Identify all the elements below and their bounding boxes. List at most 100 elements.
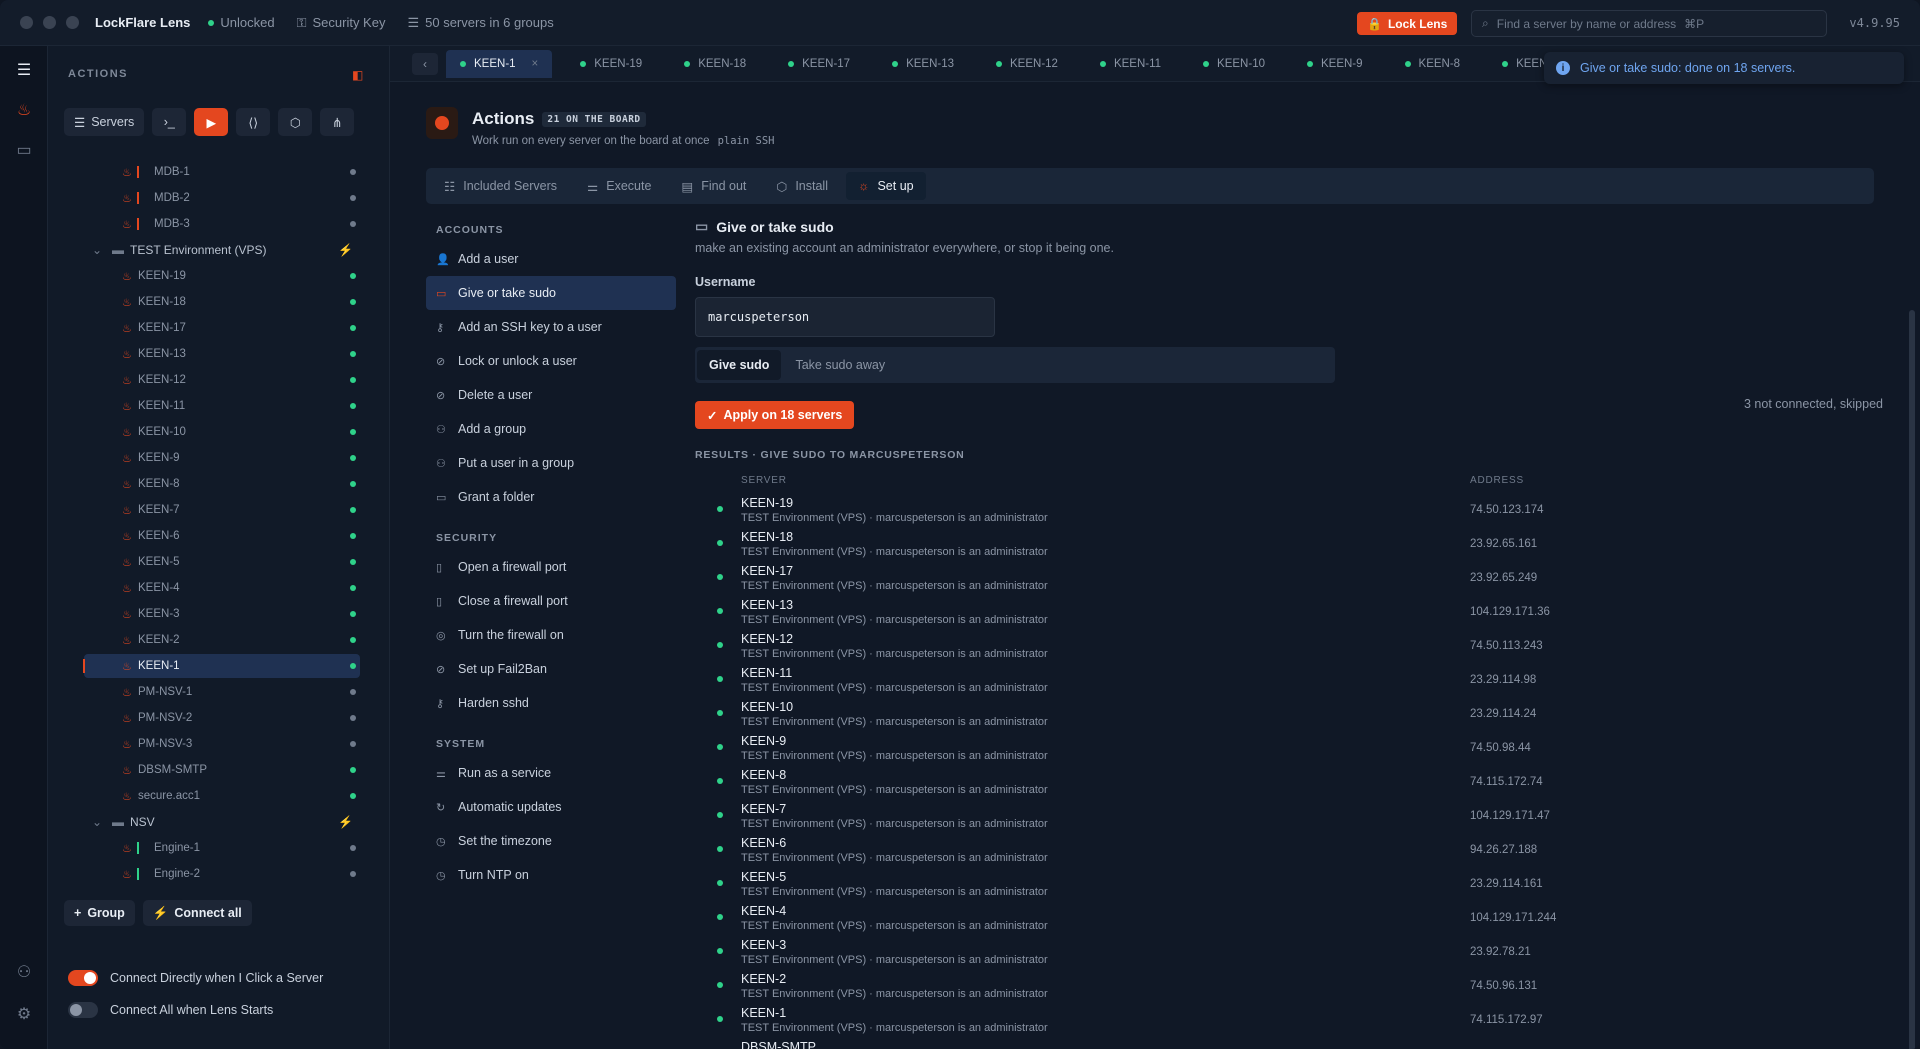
server-tab[interactable]: KEEN-18 bbox=[670, 50, 760, 78]
menu-item[interactable]: ⚷ Add an SSH key to a user bbox=[426, 310, 676, 344]
flame-rail-icon[interactable]: ♨ bbox=[0, 90, 48, 130]
results-scrollbar[interactable] bbox=[1909, 310, 1915, 1049]
subtab-find-out[interactable]: ▤ Find out bbox=[669, 172, 758, 200]
tree-server-item[interactable]: ♨ secure.acc1 bbox=[48, 784, 390, 808]
bolt-icon[interactable]: ⚡ bbox=[338, 815, 353, 829]
folder-rail-icon[interactable]: ▭ bbox=[0, 130, 48, 170]
tree-server-item[interactable]: ♨ PM-NSV-1 bbox=[48, 680, 390, 704]
subtab-set-up[interactable]: ☼ Set up bbox=[845, 172, 926, 200]
tree-server-item[interactable]: ♨ KEEN-1 bbox=[83, 654, 360, 678]
tree-server-item[interactable]: ♨ Engine-1 bbox=[48, 836, 390, 860]
code-tab[interactable]: ⟨⟩ bbox=[236, 108, 271, 136]
tree-server-item[interactable]: ♨ PM-NSV-2 bbox=[48, 706, 390, 730]
server-tab-label: KEEN-17 bbox=[802, 57, 851, 70]
tree-server-item[interactable]: ♨ MDB-1 bbox=[48, 162, 390, 184]
close-window-button[interactable] bbox=[20, 16, 33, 29]
take-sudo-option[interactable]: Take sudo away bbox=[783, 350, 897, 380]
users-rail-icon[interactable]: ⚇ bbox=[0, 952, 48, 992]
server-tab[interactable]: KEEN-19 bbox=[566, 50, 656, 78]
menu-item[interactable]: ⚇ Add a group bbox=[426, 412, 676, 446]
tree-server-item[interactable]: ♨ KEEN-19 bbox=[48, 264, 390, 288]
menu-item[interactable]: ▯ Close a firewall port bbox=[426, 584, 676, 618]
tree-server-label: KEEN-2 bbox=[138, 634, 180, 646]
connect-direct-toggle[interactable] bbox=[68, 970, 98, 986]
terminal-tab[interactable]: ›_ bbox=[152, 108, 187, 136]
menu-item[interactable]: ⚇ Put a user in a group bbox=[426, 446, 676, 480]
server-tab[interactable]: KEEN-11 bbox=[1086, 50, 1175, 78]
apply-button[interactable]: ✓ Apply on 18 servers bbox=[695, 401, 855, 429]
minimize-window-button[interactable] bbox=[43, 16, 56, 29]
tree-server-item[interactable]: ♨ KEEN-17 bbox=[48, 316, 390, 340]
tree-server-item[interactable]: ♨ KEEN-10 bbox=[48, 420, 390, 444]
server-tab[interactable]: KEEN-1 × bbox=[446, 49, 553, 78]
menu-item[interactable]: ⚌ Run as a service bbox=[426, 756, 676, 790]
success-dot-icon bbox=[717, 846, 723, 852]
tree-server-item[interactable]: ♨ KEEN-3 bbox=[48, 602, 390, 626]
menu-item[interactable]: ▭ Give or take sudo bbox=[426, 276, 676, 310]
tree-server-item[interactable]: ♨ DBSM-SMTP bbox=[48, 758, 390, 782]
back-chevron-icon[interactable]: ‹ bbox=[412, 52, 438, 75]
actions-tab[interactable]: ▶ bbox=[194, 108, 229, 136]
server-tab[interactable]: KEEN-10 bbox=[1189, 50, 1279, 78]
subtab-install[interactable]: ⬡ Install bbox=[764, 172, 840, 200]
results-row: KEEN-9 TEST Environment (VPS) · marcuspet… bbox=[695, 731, 1875, 765]
topology-tab[interactable]: ⋔ bbox=[320, 108, 355, 136]
menu-item[interactable]: ⚷ Harden sshd bbox=[426, 686, 676, 720]
connect-on-start-toggle[interactable] bbox=[68, 1002, 98, 1018]
servers-rail-icon[interactable]: ☰ bbox=[0, 50, 48, 90]
menu-item[interactable]: ⊘ Delete a user bbox=[426, 378, 676, 412]
bolt-icon[interactable]: ⚡ bbox=[338, 243, 353, 257]
maximize-window-button[interactable] bbox=[66, 16, 79, 29]
app-version: v4.9.95 bbox=[1849, 16, 1900, 30]
tree-group[interactable]: ⌄ ▬ TEST Environment (VPS) ⚡ bbox=[48, 238, 390, 262]
username-field[interactable]: marcuspeterson bbox=[695, 297, 995, 337]
connect-all-button[interactable]: ⚡ Connect all bbox=[142, 900, 252, 926]
server-tab[interactable]: KEEN-9 bbox=[1293, 50, 1377, 78]
tree-server-item[interactable]: ♨ KEEN-6 bbox=[48, 524, 390, 548]
tree-server-item[interactable]: ♨ Engine-2 bbox=[48, 862, 390, 886]
lock-lens-button[interactable]: 🔒 Lock Lens bbox=[1357, 12, 1458, 35]
menu-item[interactable]: ▯ Open a firewall port bbox=[426, 550, 676, 584]
success-dot-icon bbox=[717, 948, 723, 954]
give-sudo-option[interactable]: Give sudo bbox=[697, 350, 782, 380]
server-tab[interactable]: KEEN-12 bbox=[982, 50, 1072, 78]
package-tab[interactable]: ⬡ bbox=[278, 108, 313, 136]
tree-server-item[interactable]: ♨ KEEN-7 bbox=[48, 498, 390, 522]
tree-server-item[interactable]: ♨ KEEN-2 bbox=[48, 628, 390, 652]
menu-item[interactable]: ⊘ Set up Fail2Ban bbox=[426, 652, 676, 686]
chevron-down-icon[interactable]: ⌄ bbox=[92, 815, 102, 829]
tree-server-item[interactable]: ♨ KEEN-9 bbox=[48, 446, 390, 470]
menu-item[interactable]: ▭ Grant a folder bbox=[426, 480, 676, 514]
servers-tab[interactable]: ☰ Servers bbox=[64, 108, 145, 136]
chevron-down-icon[interactable]: ⌄ bbox=[92, 243, 102, 257]
add-group-button[interactable]: + Group bbox=[64, 900, 135, 926]
results-row: DBSM-SMTP bbox=[695, 1037, 1875, 1049]
tree-server-item[interactable]: ♨ KEEN-5 bbox=[48, 550, 390, 574]
tree-server-item[interactable]: ♨ KEEN-13 bbox=[48, 342, 390, 366]
server-tab[interactable]: KEEN-8 bbox=[1391, 50, 1475, 78]
collapse-sidebar-icon[interactable]: ◧ bbox=[352, 68, 363, 82]
tree-server-item[interactable]: ♨ MDB-3 bbox=[48, 212, 390, 236]
tree-group[interactable]: ⌄ ▬ NSV ⚡ bbox=[48, 810, 390, 834]
tree-server-item[interactable]: ♨ KEEN-12 bbox=[48, 368, 390, 392]
menu-item[interactable]: 👤 Add a user bbox=[426, 242, 676, 276]
tree-server-item[interactable]: ♨ KEEN-11 bbox=[48, 394, 390, 418]
menu-item[interactable]: ⊘ Lock or unlock a user bbox=[426, 344, 676, 378]
server-tab[interactable]: KEEN-17 bbox=[774, 50, 864, 78]
tree-server-item[interactable]: ♨ MDB-2 bbox=[48, 186, 390, 210]
tree-server-item[interactable]: ♨ KEEN-18 bbox=[48, 290, 390, 314]
tree-server-item[interactable]: ♨ KEEN-4 bbox=[48, 576, 390, 600]
close-tab-icon[interactable]: × bbox=[532, 58, 539, 70]
subtab-execute[interactable]: ⚌ Execute bbox=[575, 172, 663, 200]
server-tab[interactable]: KEEN-13 bbox=[878, 50, 968, 78]
subtab-included-servers[interactable]: ☷ Included Servers bbox=[432, 172, 569, 200]
menu-item[interactable]: ◎ Turn the firewall on bbox=[426, 618, 676, 652]
code-icon: ⟨⟩ bbox=[248, 115, 259, 130]
menu-item[interactable]: ◷ Set the timezone bbox=[426, 824, 676, 858]
settings-gear-icon[interactable]: ⚙ bbox=[0, 994, 48, 1034]
tree-server-item[interactable]: ♨ PM-NSV-3 bbox=[48, 732, 390, 756]
menu-item[interactable]: ↻ Automatic updates bbox=[426, 790, 676, 824]
tree-server-item[interactable]: ♨ KEEN-8 bbox=[48, 472, 390, 496]
menu-item[interactable]: ◷ Turn NTP on bbox=[426, 858, 676, 892]
server-search-input[interactable]: ⌕ Find a server by name or address ⌘P bbox=[1471, 10, 1827, 37]
